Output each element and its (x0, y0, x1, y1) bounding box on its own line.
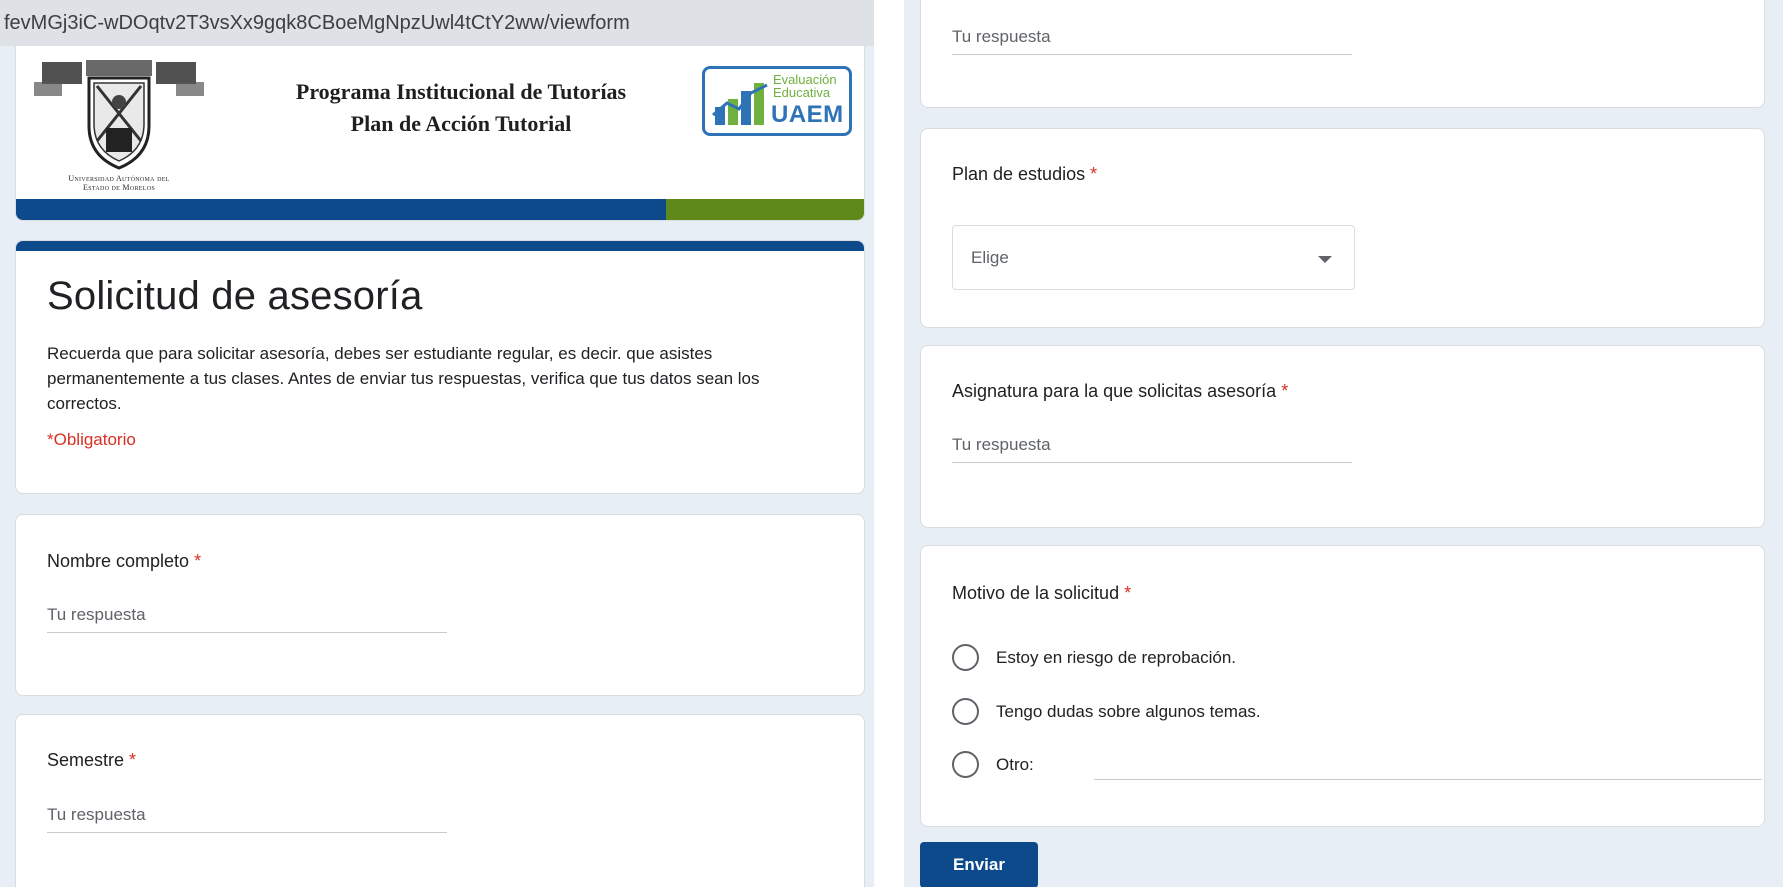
university-crest-icon (34, 60, 204, 170)
evaluacion-educativa-logo: Evaluación Educativa UAEM (702, 66, 852, 136)
banner-stripe-blue (16, 199, 666, 220)
required-mark: * (129, 750, 137, 770)
banner-stripe-green (666, 199, 864, 220)
banner-title-line1: Programa Institucional de Tutorías (295, 79, 627, 104)
form-header-card: Solicitud de asesoría Recuerda que para … (15, 240, 865, 494)
submit-button[interactable]: Enviar (920, 842, 1038, 887)
required-mark: * (1090, 164, 1098, 184)
university-name: Universidad Autónoma del Estado de Morel… (68, 174, 170, 192)
question-card-previous: Tu respuesta (920, 0, 1765, 108)
right-panel: Tu respuesta Plan de estudios * Elige As… (904, 0, 1783, 887)
address-bar-url[interactable]: fevMGj3iC-wDOqtv2T3vsXx9gqk8CBoeMgNpzUwl… (4, 12, 630, 35)
required-mark: * (194, 551, 202, 571)
radio-button[interactable] (952, 644, 979, 671)
banner-title-line2: Plan de Acción Tutorial (350, 111, 572, 136)
previous-answer-input[interactable]: Tu respuesta (952, 25, 1352, 55)
nombre-input[interactable]: Tu respuesta (47, 603, 447, 633)
form-title: Solicitud de asesoría (47, 274, 423, 318)
bar-chart-icon (712, 83, 768, 125)
form-description: Recuerda que para solicitar asesoría, de… (47, 344, 760, 413)
plan-select[interactable]: Elige (952, 225, 1355, 290)
question-card-nombre: Nombre completo * Tu respuesta (15, 514, 865, 696)
header-banner: Universidad Autónoma del Estado de Morel… (15, 46, 865, 221)
question-label: Motivo de la solicitud * (952, 583, 1132, 603)
radio-button[interactable] (952, 698, 979, 725)
radio-option-otro[interactable]: Otro: (952, 751, 1764, 781)
question-card-semestre: Semestre * Tu respuesta (15, 714, 865, 887)
question-card-motivo: Motivo de la solicitud * Estoy en riesgo… (920, 545, 1765, 827)
question-label: Semestre * (47, 750, 137, 770)
required-mark: * (1281, 381, 1289, 401)
otro-text-input[interactable] (1094, 779, 1762, 780)
question-label: Plan de estudios * (952, 164, 1098, 184)
banner-title: Programa Institucional de Tutorías Plan … (236, 76, 686, 140)
address-bar[interactable]: fevMGj3iC-wDOqtv2T3vsXx9gqk8CBoeMgNpzUwl… (0, 0, 874, 46)
question-card-asignatura: Asignatura para la que solicitas asesorí… (920, 345, 1765, 528)
left-panel: fevMGj3iC-wDOqtv2T3vsXx9gqk8CBoeMgNpzUwl… (0, 0, 874, 887)
asignatura-input[interactable]: Tu respuesta (952, 433, 1352, 463)
select-value: Elige (971, 248, 1009, 267)
required-note: *Obligatorio (47, 430, 136, 449)
question-label: Nombre completo * (47, 551, 202, 571)
required-mark: * (1124, 583, 1132, 603)
radio-button[interactable] (952, 751, 979, 778)
question-label: Asignatura para la que solicitas asesorí… (952, 381, 1289, 401)
question-card-plan: Plan de estudios * Elige (920, 128, 1765, 328)
semestre-input[interactable]: Tu respuesta (47, 803, 447, 833)
dropdown-arrow-icon (1318, 256, 1332, 263)
